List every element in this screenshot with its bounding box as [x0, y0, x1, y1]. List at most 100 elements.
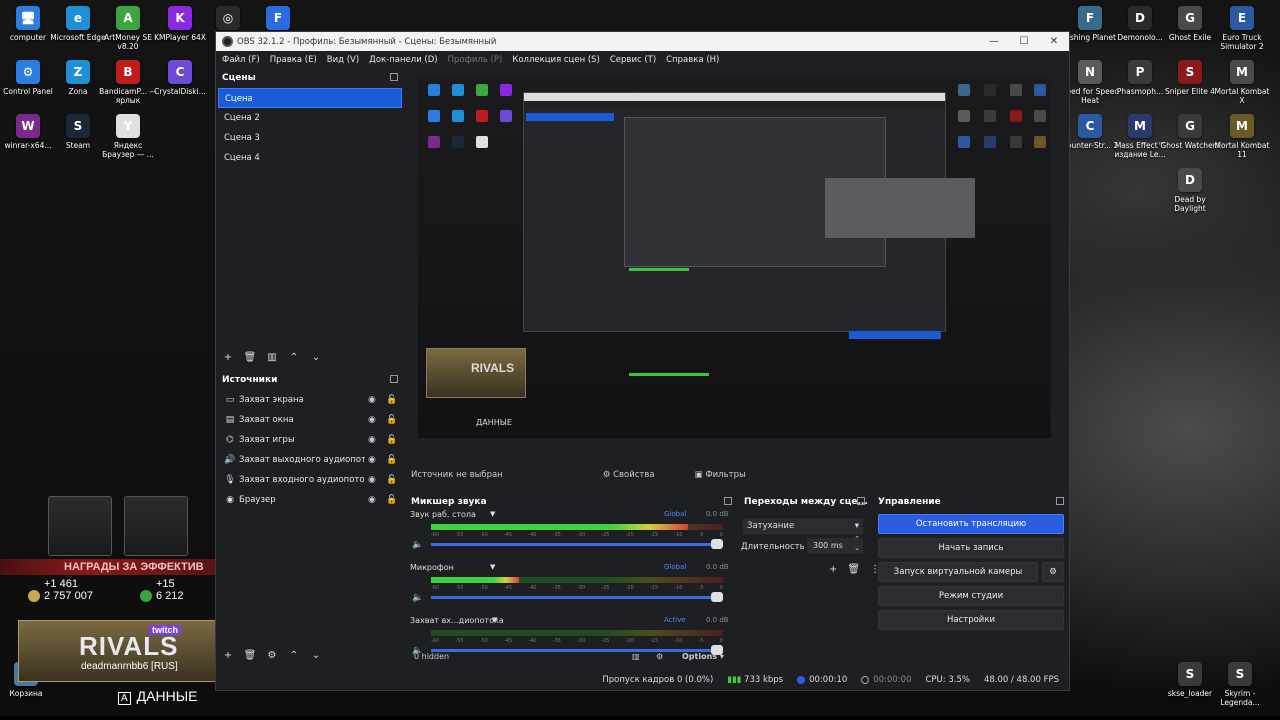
sources-list: ▭ Захват экрана ◉ 🔓 ▤ Захват окна ◉ 🔓 ⌬ Захват иг…	[218, 390, 402, 510]
virtual-camera-settings-button[interactable]: ⚙	[1042, 562, 1064, 582]
app-icon: N	[1078, 60, 1102, 84]
desktop-shortcut[interactable]: C CrystalDiski...	[152, 58, 208, 112]
meter-tick: -20	[625, 532, 634, 538]
volume-slider-handle[interactable]	[711, 539, 723, 549]
close-button[interactable]: ✕	[1039, 32, 1069, 51]
remove-transition-button[interactable]: 🗑	[847, 564, 860, 575]
speaker-icon[interactable]: 🔈	[412, 646, 423, 656]
stop-stream-button[interactable]: Остановить трансляцию	[878, 514, 1064, 534]
desktop-shortcut[interactable]: D Dead by Daylight	[1162, 166, 1218, 220]
lock-icon[interactable]: 🔓	[386, 475, 397, 485]
desktop-shortcut[interactable]: S Sniper Elite 4	[1162, 58, 1218, 112]
source-item[interactable]: ⌬ Захват игры ◉ 🔓	[218, 430, 402, 450]
source-properties-button[interactable]: ⚙	[266, 649, 278, 661]
source-item[interactable]: 🔊Захват выходного аудиопотока◉ 🔓	[218, 450, 402, 470]
source-item[interactable]: ▤ Захват окна ◉ 🔓	[218, 410, 402, 430]
duration-input[interactable]: 300 ms ⌃ ⌄	[807, 535, 863, 554]
eye-icon[interactable]: ◉	[368, 455, 376, 465]
desktop-shortcut[interactable]: B BandicamP... — ярлык	[99, 58, 157, 112]
add-source-button[interactable]: +	[222, 649, 234, 661]
desktop-shortcut[interactable]: G Ghost Watchers	[1160, 112, 1220, 166]
stepper-icon[interactable]: ⌃ ⌄	[854, 535, 860, 553]
move-down-button[interactable]: ⌄	[310, 351, 322, 363]
menu-item[interactable]: Профиль (P)	[448, 55, 503, 65]
desktop-shortcut[interactable]: M Mortal Kombat 11	[1214, 112, 1270, 166]
move-down-button[interactable]: ⌄	[310, 649, 322, 661]
start-record-button[interactable]: Начать запись	[878, 538, 1064, 558]
desktop-shortcut[interactable]: 🖥 computer	[0, 4, 56, 58]
channel-tag: Global	[664, 563, 687, 571]
menu-item[interactable]: Сервис (T)	[610, 55, 656, 65]
studio-mode-button[interactable]: Режим студии	[878, 586, 1064, 606]
desktop-shortcut[interactable]: G Ghost Exile	[1162, 4, 1218, 58]
menu-item[interactable]: Док-панели (D)	[369, 55, 437, 65]
add-transition-button[interactable]: +	[829, 564, 837, 575]
chevron-down-icon[interactable]: ▼	[490, 510, 495, 518]
eye-icon[interactable]: ◉	[368, 415, 376, 425]
speaker-icon[interactable]: 🔈	[412, 593, 423, 603]
remove-source-button[interactable]: 🗑	[244, 649, 257, 661]
stream-time: 00:00:10	[809, 675, 848, 685]
volume-slider[interactable]	[431, 596, 723, 599]
scene-item[interactable]: Сцена 3	[218, 128, 402, 148]
eye-icon[interactable]: ◉	[368, 475, 376, 485]
preview-overlay-card: RIVALS	[426, 348, 526, 398]
scene-filters-button[interactable]: ▥	[266, 351, 278, 363]
volume-slider[interactable]	[431, 649, 723, 652]
add-scene-button[interactable]: +	[222, 351, 234, 363]
desktop-shortcut[interactable]: ⚙ Control Panel	[0, 58, 56, 112]
virtual-camera-button[interactable]: Запуск виртуальной камеры	[878, 562, 1038, 582]
scene-item[interactable]: Сцена	[218, 88, 402, 108]
preview-canvas[interactable]: RIVALS ДАННЫЕ	[418, 78, 1051, 438]
maximize-button[interactable]: ☐	[1009, 32, 1039, 51]
desktop-shortcut[interactable]: S Skyrim - Legenda...	[1212, 660, 1268, 714]
transition-select[interactable]: Затухание ▾	[743, 518, 863, 534]
desktop-shortcut[interactable]: Wwinrar-x64...	[0, 112, 56, 166]
desktop-shortcut[interactable]: E Euro Truck Simulator 2	[1214, 4, 1270, 58]
dock-float-icon[interactable]	[390, 375, 398, 383]
lock-icon[interactable]: 🔓	[386, 435, 397, 445]
properties-button[interactable]: ⚙ Свойства	[603, 470, 655, 480]
minimize-button[interactable]: —	[979, 32, 1009, 51]
chevron-down-icon[interactable]: ▼	[492, 616, 497, 624]
volume-slider-handle[interactable]	[711, 592, 723, 602]
desktop-shortcut[interactable]: Y Яндекс Браузер — ...	[100, 112, 156, 166]
source-item[interactable]: ◉ Браузер ◉ 🔓	[218, 490, 402, 510]
app-icon: M	[1230, 60, 1254, 84]
source-item[interactable]: 🎙 Захват входного аудиопотока ◉ 🔓	[218, 470, 402, 490]
settings-button[interactable]: Настройки	[878, 610, 1064, 630]
eye-icon[interactable]: ◉	[368, 435, 376, 445]
eye-icon[interactable]: ◉	[368, 395, 376, 405]
volume-slider-handle[interactable]	[711, 645, 723, 655]
meter-tick: -5	[698, 532, 704, 538]
dock-float-icon[interactable]	[390, 73, 398, 81]
desktop-shortcut[interactable]: N Need for Speed Heat	[1061, 58, 1119, 112]
desktop-shortcut[interactable]: A ArtMoney SE v8.20	[100, 4, 156, 58]
filters-button[interactable]: ▣ Фильтры	[695, 470, 746, 480]
chevron-down-icon[interactable]: ▼	[490, 563, 495, 571]
lock-icon[interactable]: 🔓	[386, 415, 397, 425]
menu-item[interactable]: Справка (H)	[666, 55, 719, 65]
scene-item[interactable]: Сцена 4	[218, 148, 402, 168]
stream-live-icon	[797, 675, 806, 684]
desktop-shortcut[interactable]: P Phasmoph...	[1112, 58, 1168, 112]
menu-item[interactable]: Правка (E)	[270, 55, 317, 65]
volume-slider[interactable]	[431, 543, 723, 546]
move-up-button[interactable]: ⌃	[288, 351, 300, 363]
menu-item[interactable]: Вид (V)	[327, 55, 359, 65]
lock-icon[interactable]: 🔓	[386, 495, 397, 505]
speaker-icon[interactable]: 🔈	[412, 540, 423, 550]
move-up-button[interactable]: ⌃	[288, 649, 300, 661]
lock-icon[interactable]: 🔓	[386, 455, 397, 465]
menu-item[interactable]: Коллекция сцен (S)	[512, 55, 600, 65]
remove-scene-button[interactable]: 🗑	[244, 351, 257, 363]
desktop-shortcut[interactable]: F Fishing Planet	[1062, 4, 1118, 58]
desktop-shortcut[interactable]: D Demonolo...	[1112, 4, 1168, 58]
lock-icon[interactable]: 🔓	[386, 395, 397, 405]
menu-item[interactable]: Файл (F)	[222, 55, 260, 65]
scene-item[interactable]: Сцена 2	[218, 108, 402, 128]
desktop-shortcut[interactable]: M Mass Effect™ издание Le...	[1112, 112, 1168, 166]
desktop-shortcut[interactable]: M Mortal Kombat X	[1214, 58, 1270, 112]
source-item[interactable]: ▭ Захват экрана ◉ 🔓	[218, 390, 402, 410]
eye-icon[interactable]: ◉	[368, 495, 376, 505]
